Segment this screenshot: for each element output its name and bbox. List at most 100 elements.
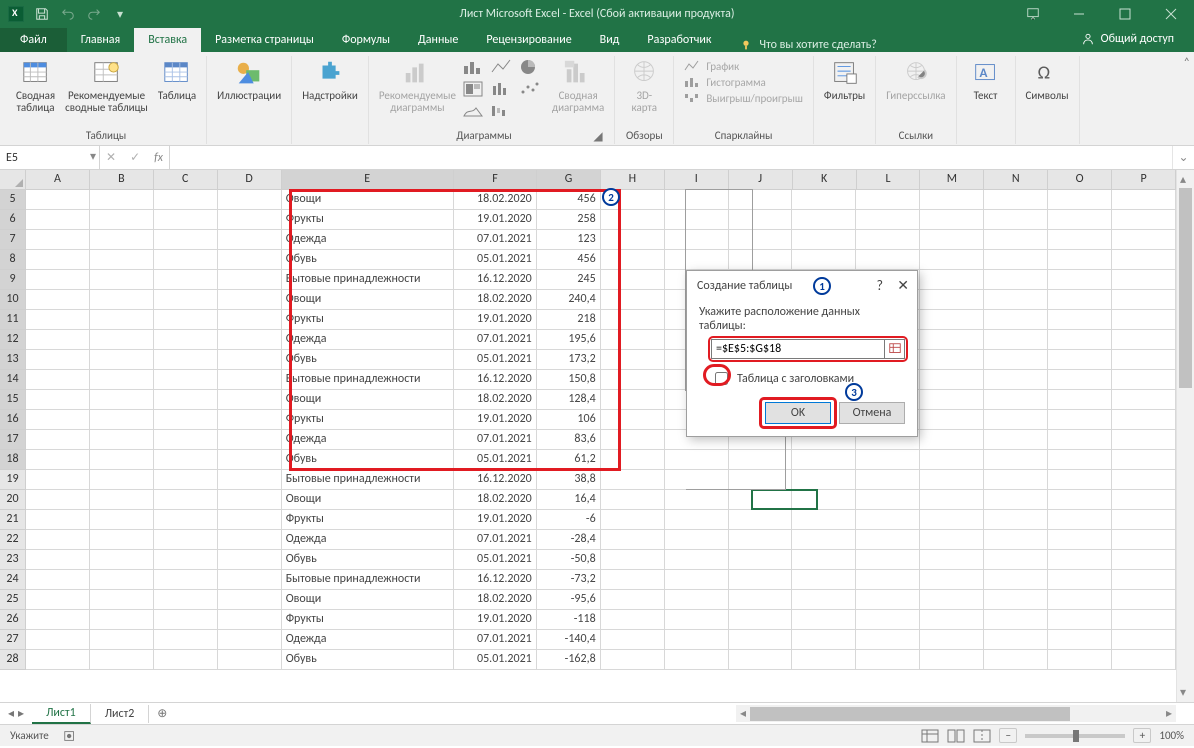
cell-N7[interactable]	[984, 230, 1048, 250]
chart-stat-icon[interactable]	[490, 80, 518, 102]
row-header-11[interactable]: 11	[0, 310, 26, 330]
chart-surface-icon[interactable]	[462, 102, 490, 124]
cell-F25[interactable]: 18.02.2020	[454, 590, 537, 610]
row-header-18[interactable]: 18	[0, 450, 26, 470]
qat-customize[interactable]: ▾	[108, 3, 132, 25]
tab-review[interactable]: Рецензирование	[472, 28, 585, 52]
cell-P8[interactable]	[1112, 250, 1176, 270]
cell-L18[interactable]	[856, 450, 920, 470]
cell-C18[interactable]	[154, 450, 218, 470]
cell-L23[interactable]	[856, 550, 920, 570]
cell-C26[interactable]	[154, 610, 218, 630]
cell-B6[interactable]	[90, 210, 154, 230]
cell-G7[interactable]: 123	[537, 230, 601, 250]
cell-I22[interactable]	[665, 530, 729, 550]
cell-H27[interactable]	[601, 630, 665, 650]
row-header-21[interactable]: 21	[0, 510, 26, 530]
cell-K6[interactable]	[792, 210, 856, 230]
cell-G23[interactable]: -50,8	[537, 550, 601, 570]
cell-C9[interactable]	[154, 270, 218, 290]
next-sheet-icon[interactable]: ▸	[18, 706, 24, 721]
close-button[interactable]	[1148, 0, 1194, 28]
tab-home[interactable]: Главная	[67, 28, 134, 52]
cell-C25[interactable]	[154, 590, 218, 610]
cell-A21[interactable]	[26, 510, 90, 530]
text-button[interactable]: AТекст	[963, 56, 1009, 104]
cell-H10[interactable]	[601, 290, 665, 310]
cell-N11[interactable]	[984, 310, 1048, 330]
cell-H26[interactable]	[601, 610, 665, 630]
cell-G5[interactable]: 456	[537, 190, 601, 210]
cell-M14[interactable]	[920, 370, 984, 390]
cell-E19[interactable]: Бытовые принадлежности	[282, 470, 454, 490]
symbols-button[interactable]: ΩСимволы	[1022, 56, 1073, 104]
cell-H12[interactable]	[601, 330, 665, 350]
cell-I21[interactable]	[665, 510, 729, 530]
cell-L5[interactable]	[856, 190, 920, 210]
tab-insert[interactable]: Вставка	[134, 28, 201, 52]
cell-O26[interactable]	[1048, 610, 1112, 630]
cell-L24[interactable]	[856, 570, 920, 590]
cell-P13[interactable]	[1112, 350, 1176, 370]
cell-M24[interactable]	[920, 570, 984, 590]
cell-E8[interactable]: Обувь	[282, 250, 454, 270]
cell-E22[interactable]: Одежда	[282, 530, 454, 550]
cell-E24[interactable]: Бытовые принадлежности	[282, 570, 454, 590]
row-header-15[interactable]: 15	[0, 390, 26, 410]
minimize-button[interactable]	[1056, 0, 1102, 28]
cell-H24[interactable]	[601, 570, 665, 590]
cell-A16[interactable]	[26, 410, 90, 430]
cell-E9[interactable]: Бытовые принадлежности	[282, 270, 454, 290]
cell-N19[interactable]	[984, 470, 1048, 490]
cell-I25[interactable]	[665, 590, 729, 610]
cell-O25[interactable]	[1048, 590, 1112, 610]
addins-button[interactable]: Надстройки	[298, 56, 362, 104]
cell-D20[interactable]	[218, 490, 282, 510]
column-headers[interactable]: ABCDEFGHIJKLMNOP	[26, 170, 1176, 190]
cell-G24[interactable]: -73,2	[537, 570, 601, 590]
cell-D22[interactable]	[218, 530, 282, 550]
cell-N9[interactable]	[984, 270, 1048, 290]
cell-H28[interactable]	[601, 650, 665, 670]
cell-L28[interactable]	[856, 650, 920, 670]
cell-A8[interactable]	[26, 250, 90, 270]
cell-P17[interactable]	[1112, 430, 1176, 450]
cell-B26[interactable]	[90, 610, 154, 630]
cell-I20[interactable]	[665, 490, 729, 510]
cell-M19[interactable]	[920, 470, 984, 490]
row-header-6[interactable]: 6	[0, 210, 26, 230]
cell-P18[interactable]	[1112, 450, 1176, 470]
row-header-12[interactable]: 12	[0, 330, 26, 350]
cell-P10[interactable]	[1112, 290, 1176, 310]
cell-B14[interactable]	[90, 370, 154, 390]
cell-N10[interactable]	[984, 290, 1048, 310]
cell-M25[interactable]	[920, 590, 984, 610]
cell-A10[interactable]	[26, 290, 90, 310]
row-header-5[interactable]: 5	[0, 190, 26, 210]
zoom-slider[interactable]	[1025, 734, 1125, 738]
cell-O19[interactable]	[1048, 470, 1112, 490]
cell-N28[interactable]	[984, 650, 1048, 670]
cell-F10[interactable]: 18.02.2020	[454, 290, 537, 310]
cell-K20[interactable]	[792, 490, 856, 510]
cell-H25[interactable]	[601, 590, 665, 610]
col-header-D[interactable]: D	[218, 170, 282, 190]
cell-B10[interactable]	[90, 290, 154, 310]
maximize-button[interactable]	[1102, 0, 1148, 28]
cell-P24[interactable]	[1112, 570, 1176, 590]
cell-G6[interactable]: 258	[537, 210, 601, 230]
col-header-N[interactable]: N	[984, 170, 1048, 190]
cell-E10[interactable]: Овощи	[282, 290, 454, 310]
cell-A26[interactable]	[26, 610, 90, 630]
cell-P23[interactable]	[1112, 550, 1176, 570]
name-box[interactable]: E5▾	[0, 146, 100, 169]
sheet-tab-2[interactable]: Лист2	[91, 705, 150, 723]
cell-O28[interactable]	[1048, 650, 1112, 670]
cell-F18[interactable]: 05.01.2021	[454, 450, 537, 470]
cell-M26[interactable]	[920, 610, 984, 630]
cell-D16[interactable]	[218, 410, 282, 430]
cell-F11[interactable]: 19.01.2020	[454, 310, 537, 330]
cell-E14[interactable]: Бытовые принадлежности	[282, 370, 454, 390]
cell-N24[interactable]	[984, 570, 1048, 590]
cell-K22[interactable]	[792, 530, 856, 550]
